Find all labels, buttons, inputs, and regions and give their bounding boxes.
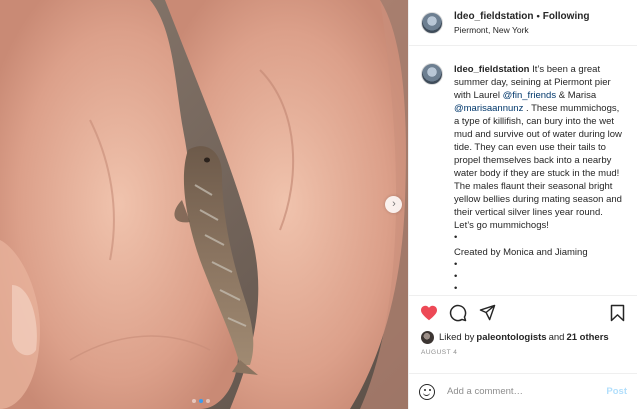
carousel-dots: [192, 399, 210, 403]
add-comment-bar: Post: [409, 373, 637, 409]
likes-middle: and: [548, 331, 565, 343]
header-username[interactable]: ldeo_fieldstation: [454, 11, 533, 22]
action-bar: [409, 295, 637, 329]
following-button[interactable]: Following: [543, 11, 590, 22]
share-button[interactable]: [477, 303, 497, 323]
caption-username[interactable]: ldeo_fieldstation: [454, 64, 529, 75]
carousel-dot: [192, 399, 196, 403]
liker-avatar[interactable]: [421, 330, 434, 344]
comment-button[interactable]: [448, 303, 468, 323]
comment-bubble-icon: [449, 304, 467, 321]
caption-text: & Marisa: [556, 90, 597, 101]
header-meta: ldeo_fieldstation • Following Piermont, Ne…: [454, 11, 589, 35]
bookmark-icon: [610, 304, 624, 321]
carousel-dot: [206, 399, 210, 403]
save-button[interactable]: [607, 303, 627, 323]
paper-plane-icon: [479, 304, 495, 321]
mention-link[interactable]: @marisaannunz: [454, 103, 523, 114]
caption-avatar[interactable]: [421, 63, 443, 85]
carousel-dot-active: [199, 399, 203, 403]
caption-bullet: •: [454, 283, 458, 294]
next-photo-button[interactable]: ›: [385, 196, 402, 213]
avatar[interactable]: [421, 11, 443, 34]
chevron-right-icon: ›: [392, 198, 396, 210]
likes-count-link[interactable]: 21 others: [566, 332, 608, 343]
separator: •: [536, 10, 540, 22]
heart-filled-icon: [421, 305, 437, 320]
post-sidebar: ldeo_fieldstation • Following Piermont, Ne…: [408, 0, 637, 409]
caption-bullet: •: [454, 259, 458, 270]
liker-username[interactable]: paleontologists: [476, 332, 546, 343]
likes-summary: Liked by paleontologists and 21 others: [409, 329, 637, 345]
instagram-post: › ldeo_fieldstation • Following Piermont, …: [0, 0, 637, 409]
post-date[interactable]: AUGUST 4: [409, 345, 637, 363]
post-header: ldeo_fieldstation • Following Piermont, Ne…: [409, 0, 637, 46]
caption-credit: Created by Monica and Jiaming: [454, 247, 588, 258]
mention-link[interactable]: @fin_friends: [503, 90, 556, 101]
caption-bullet: •: [454, 232, 458, 243]
caption-bullet: •: [454, 271, 458, 282]
comments-area: ldeo_fieldstation It’s been a great summ…: [409, 46, 637, 295]
comment-input[interactable]: [447, 386, 607, 397]
post-photo[interactable]: ›: [0, 0, 408, 409]
photo-hands-fish: [0, 0, 408, 409]
location-link[interactable]: Piermont, New York: [454, 25, 589, 35]
likes-prefix: Liked by: [439, 331, 475, 343]
caption-text: . These mummichogs, a type of killifish,…: [454, 103, 622, 231]
post-button[interactable]: Post: [606, 386, 627, 397]
smiley-icon[interactable]: [419, 383, 435, 400]
like-button[interactable]: [419, 303, 439, 323]
caption: ldeo_fieldstation It’s been a great summ…: [454, 63, 624, 295]
